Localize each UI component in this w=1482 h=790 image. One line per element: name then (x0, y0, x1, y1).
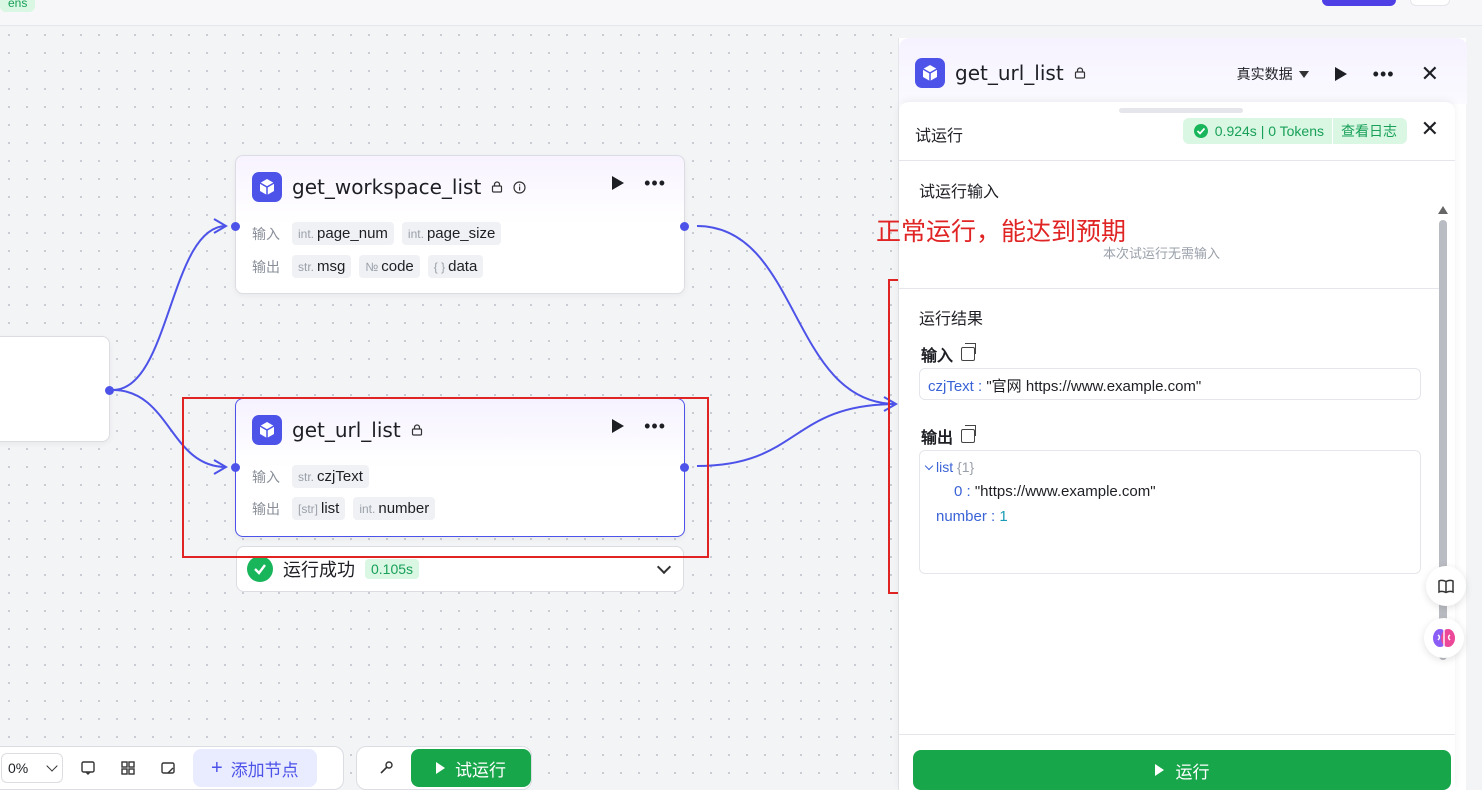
publish-button[interactable] (1322, 0, 1396, 6)
comment-icon[interactable] (73, 753, 103, 783)
minimap-icon[interactable] (153, 753, 183, 783)
highlight-box-node (182, 397, 709, 558)
param-chip: int. page_num (292, 222, 394, 245)
input-port[interactable] (231, 222, 240, 231)
output-field-title: 输出 (921, 424, 977, 448)
top-bar: ens (0, 0, 1482, 26)
drag-handle[interactable] (1119, 108, 1243, 113)
chevron-down-icon[interactable] (656, 559, 672, 575)
try-run-button[interactable]: 试运行 (411, 749, 531, 787)
docs-book-icon[interactable] (1426, 566, 1466, 606)
copy-icon[interactable] (961, 343, 977, 361)
play-icon (1154, 764, 1164, 776)
chevron-down-icon (46, 760, 58, 772)
scrollbar[interactable] (1438, 206, 1448, 766)
add-node-button[interactable]: + 添加节点 (193, 749, 317, 787)
view-log-link[interactable]: 查看日志 (1341, 121, 1397, 141)
number-row: number : 1 (936, 508, 1008, 525)
more-options-icon[interactable]: ••• (644, 174, 666, 192)
run-time-badge: 0.105s (365, 559, 420, 579)
input-field-title: 输入 (921, 342, 977, 366)
input-section-title: 试运行输入 (919, 184, 1000, 201)
data-mode-dropdown[interactable]: 真实数据 (1237, 64, 1309, 84)
more-options-icon[interactable]: ••• (1373, 65, 1395, 83)
list-row[interactable]: list {1} (924, 459, 974, 475)
info-icon[interactable] (513, 180, 526, 194)
close-icon[interactable]: ✕ (1421, 118, 1439, 140)
wrench-icon[interactable] (371, 753, 401, 783)
param-chip: int. page_size (401, 222, 502, 245)
param-chip: { } data (427, 255, 484, 278)
canvas-toolbar: 0% + 添加节点 (0, 746, 344, 790)
caret-down-icon (1298, 70, 1309, 78)
run-node-icon[interactable] (612, 176, 625, 190)
start-node[interactable] (0, 336, 114, 442)
close-icon[interactable]: ✕ (1421, 63, 1439, 85)
annotation-text: 正常运行，能达到预期 (876, 217, 1127, 246)
plugin-cube-icon (915, 58, 945, 88)
node-test-panel: get_url_list 真实数据 ••• ✕ 试运行 0.924s | 0 T… (898, 38, 1467, 790)
output-json-box[interactable]: list {1} 0 : "https://www.example.com" n… (919, 450, 1421, 574)
more-button[interactable] (1410, 0, 1450, 6)
chevron-down-icon[interactable] (924, 461, 934, 471)
lock-icon (1074, 67, 1085, 79)
test-run-sheet: 试运行 0.924s | 0 Tokens 查看日志 ✕ 试运行输入 本次试运行… (899, 102, 1455, 790)
token-tag: ens (0, 0, 36, 12)
param-chip: № code (359, 255, 420, 278)
run-toolbar: 试运行 (356, 746, 532, 790)
plus-icon: + (211, 756, 223, 779)
input-json-box[interactable]: czjText : "官网 https://www.example.com" (919, 368, 1421, 400)
panel-title: get_url_list (955, 61, 1064, 85)
input-label: 输入 (252, 225, 280, 242)
play-icon (436, 762, 445, 774)
scroll-up-arrow[interactable] (1438, 206, 1448, 214)
run-button[interactable]: 运行 (913, 750, 1451, 790)
copy-icon[interactable] (961, 425, 977, 443)
result-section-title: 运行结果 (919, 311, 984, 328)
lock-icon (492, 181, 503, 193)
zoom-select[interactable]: 0% (1, 753, 63, 783)
sheet-title: 试运行 (915, 128, 964, 145)
plugin-cube-icon (252, 172, 282, 202)
output-port[interactable] (680, 222, 689, 231)
param-chip: str. msg (292, 255, 352, 278)
ai-brain-icon[interactable] (1424, 618, 1464, 658)
output-label: 输出 (252, 258, 280, 275)
node-title: get_workspace_list (292, 175, 482, 199)
check-circle-icon (247, 556, 273, 582)
node-get-workspace-list[interactable]: get_workspace_list ••• 输入 int. page_num i… (231, 155, 689, 294)
result-summary: 0.924s | 0 Tokens 查看日志 (1182, 118, 1407, 144)
output-port[interactable] (105, 386, 114, 395)
layout-icon[interactable] (113, 753, 143, 783)
run-status-text: 运行成功 (283, 560, 355, 580)
run-node-icon[interactable] (1334, 67, 1347, 81)
check-circle-icon (1193, 124, 1208, 138)
list-item-row: 0 : "https://www.example.com" (954, 483, 1156, 500)
panel-header: get_url_list 真实数据 ••• ✕ (899, 38, 1467, 104)
